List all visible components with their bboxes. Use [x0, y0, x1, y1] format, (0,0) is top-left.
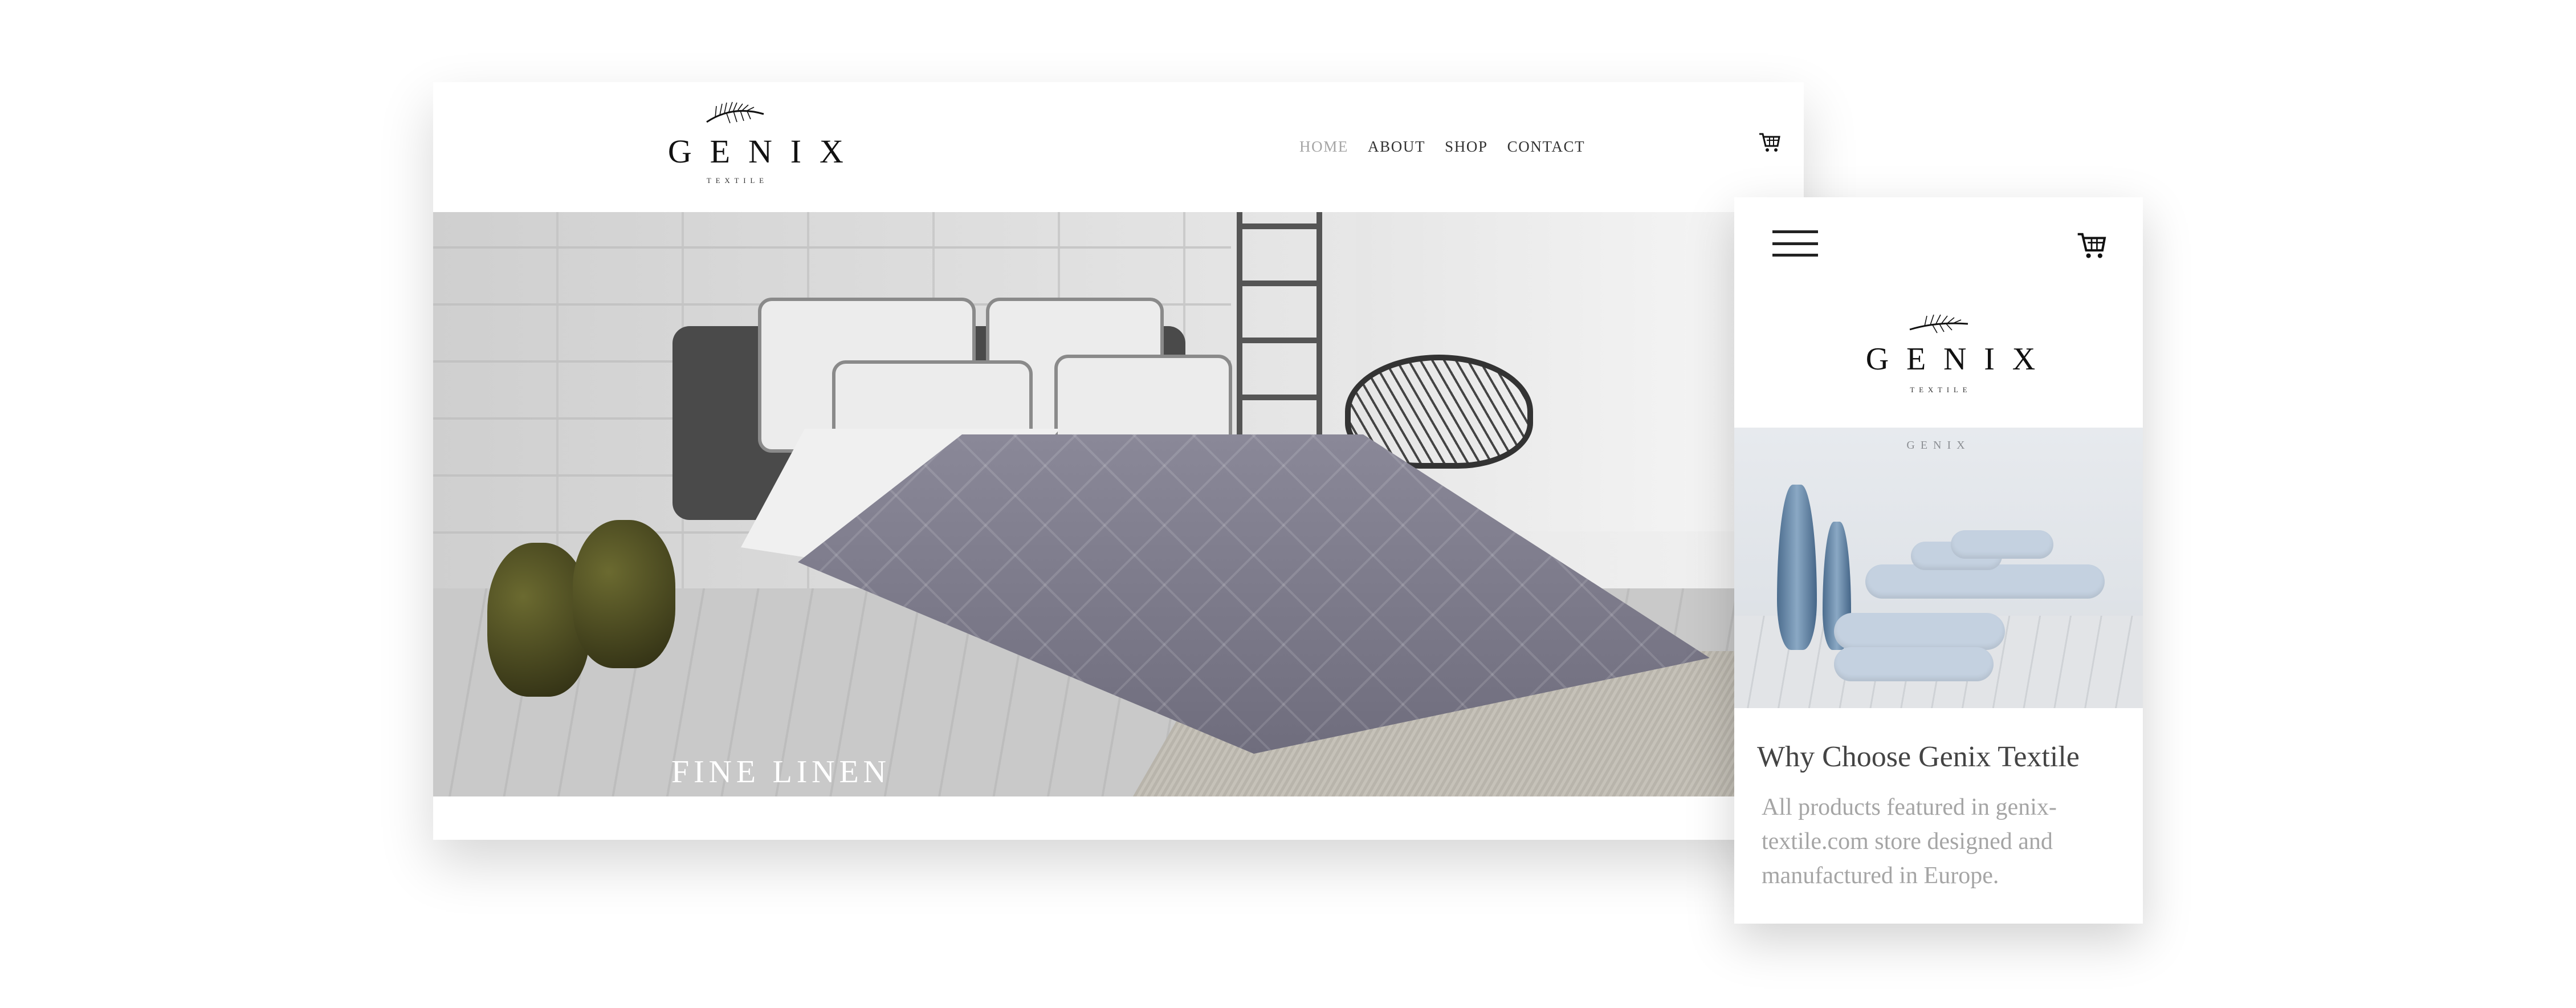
logo-wordmark: GENIX — [1865, 342, 2053, 377]
feather-icon — [706, 101, 764, 124]
mobile-preview: GENIX TEXTILE GENIX Why Choose Genix Tex… — [1734, 197, 2143, 924]
hero-logo: GENIX — [1906, 439, 1971, 452]
nav-about[interactable]: ABOUT — [1368, 138, 1425, 156]
nav-home[interactable]: HOME — [1299, 138, 1348, 156]
mobile-hero-image: GENIX — [1734, 428, 2143, 708]
desktop-preview: GENIX TEXTILE HOME ABOUT SHOP CONTACT FI… — [433, 82, 1804, 840]
section-title: Why Choose Genix Textile — [1757, 741, 2080, 773]
hero-caption: FINE LINEN — [671, 754, 891, 790]
hamburger-menu-icon[interactable] — [1772, 230, 1818, 257]
vase — [1777, 485, 1817, 650]
cushion — [1834, 613, 2005, 650]
cushion — [1834, 647, 1994, 681]
section-text: All products featured in genix-textile.c… — [1762, 794, 2057, 889]
mobile-logo[interactable]: GENIX TEXTILE — [1848, 311, 2053, 395]
main-nav: HOME ABOUT SHOP CONTACT — [1299, 138, 1585, 156]
hero-image: FINE LINEN — [433, 212, 1804, 796]
desktop-header: GENIX TEXTILE HOME ABOUT SHOP CONTACT — [433, 82, 1804, 212]
logo-wordmark: GENIX — [667, 133, 862, 170]
logo[interactable]: GENIX TEXTILE — [650, 99, 862, 185]
logo-subtitle: TEXTILE — [706, 176, 768, 185]
logo-subtitle: TEXTILE — [1910, 385, 1972, 394]
shopping-cart-icon[interactable] — [1758, 132, 1781, 153]
cushion — [1951, 530, 2053, 559]
shopping-cart-icon[interactable] — [2076, 231, 2107, 260]
nav-shop[interactable]: SHOP — [1445, 138, 1488, 156]
vase — [573, 520, 675, 668]
feather-icon — [1909, 314, 1968, 334]
nav-contact[interactable]: CONTACT — [1507, 138, 1585, 156]
ladder — [1237, 212, 1322, 452]
